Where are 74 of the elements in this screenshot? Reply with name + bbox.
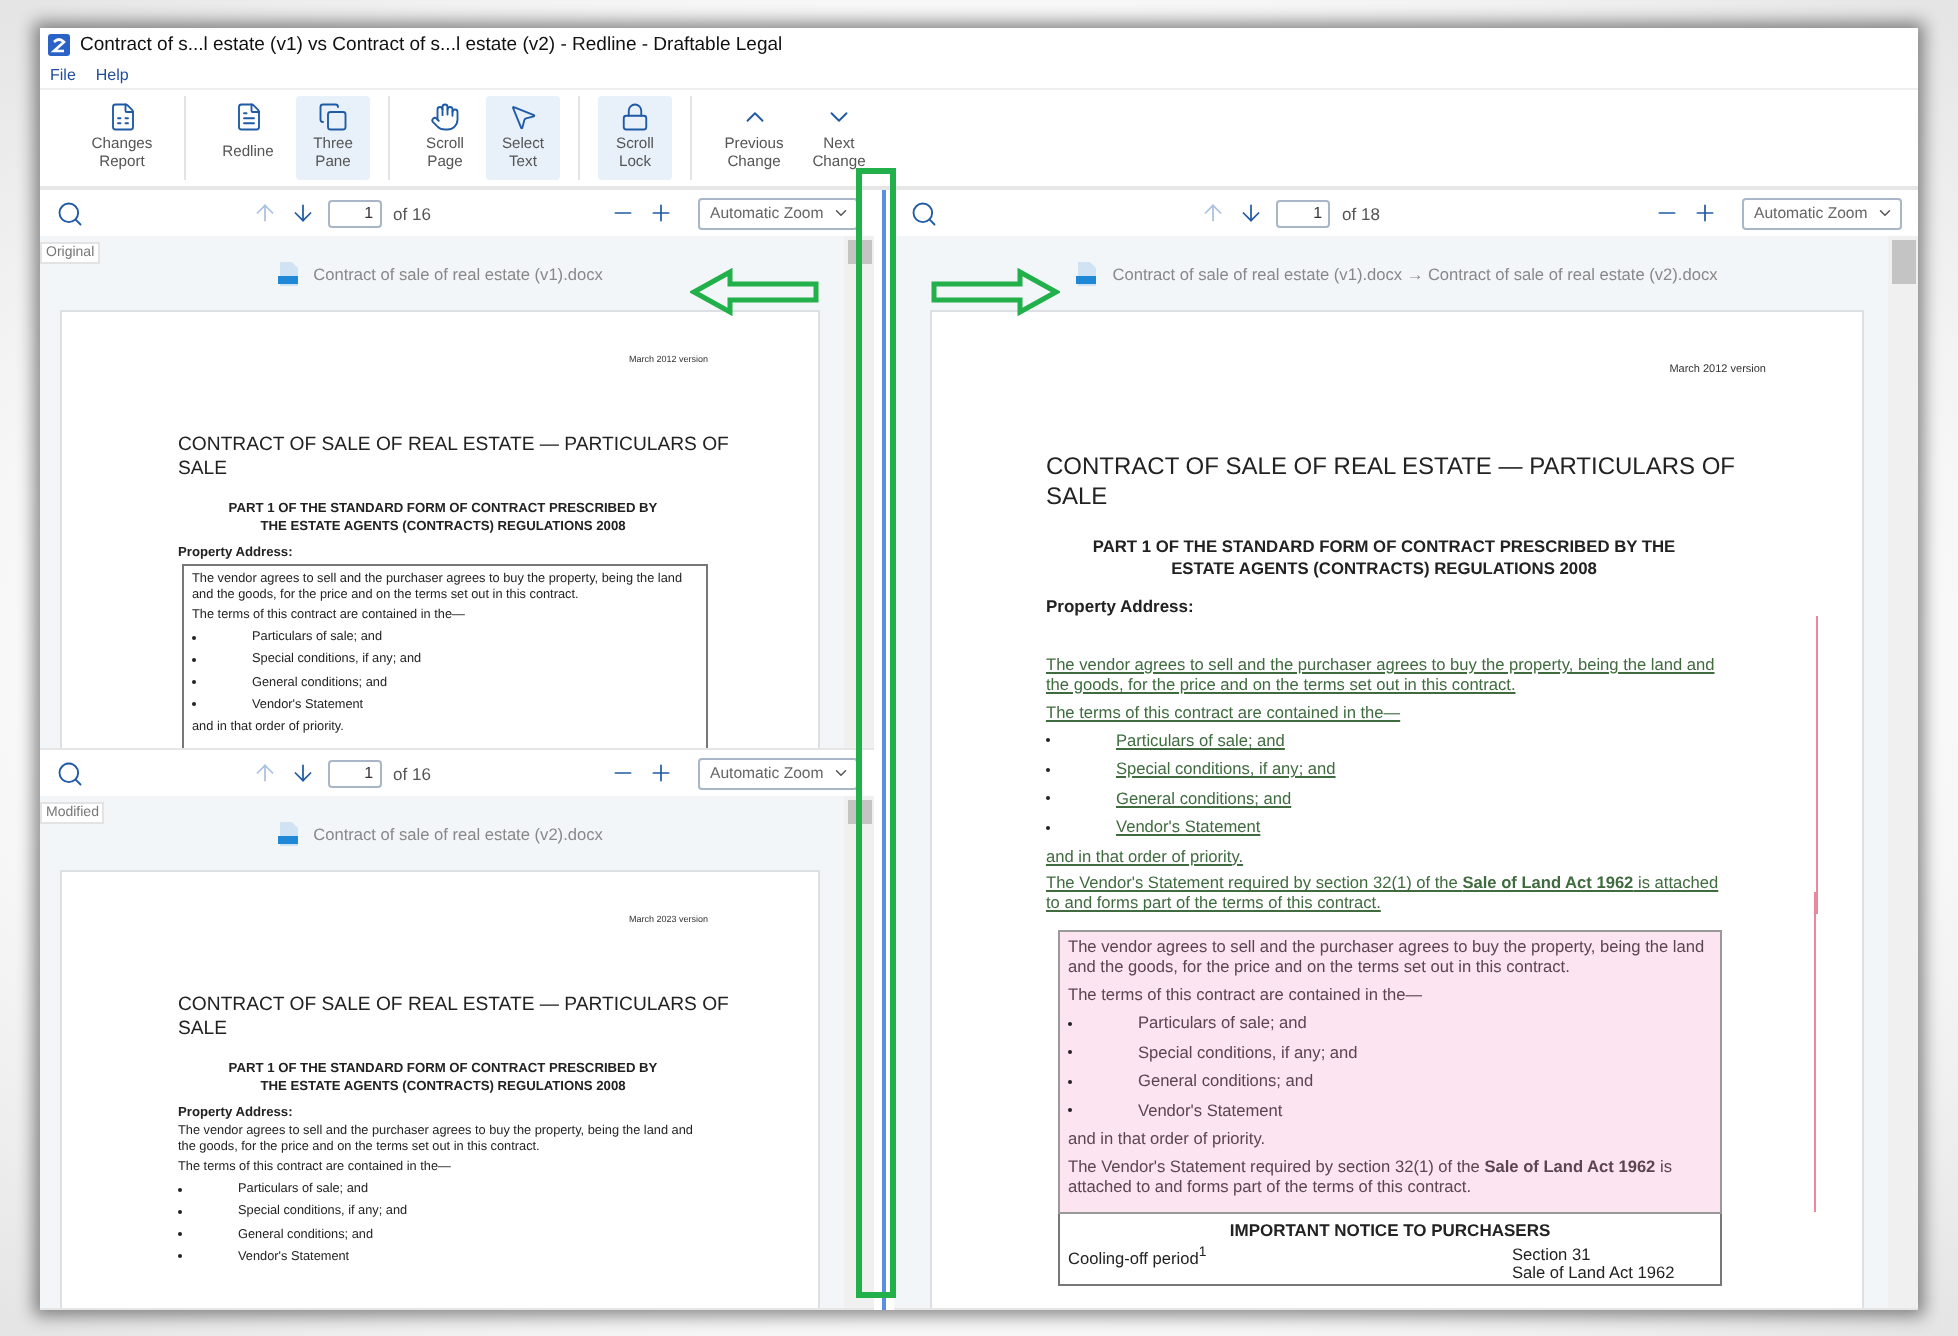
lock-icon: [620, 102, 650, 132]
document-icon: [233, 102, 263, 132]
search-icon: [56, 759, 84, 787]
document-title: CONTRACT OF SALE OF REAL ESTATE — PARTICULARS OF SALE: [178, 434, 731, 482]
chevron-down-icon: [832, 764, 850, 782]
next-page-button[interactable]: [289, 760, 316, 786]
zoom-in-button[interactable]: [648, 200, 674, 226]
bullet-item: Particulars of sale; and: [1068, 1014, 1712, 1035]
plus-icon: [648, 760, 674, 786]
document-file-icon: [1076, 261, 1097, 285]
notice-reference: Sale of Land Act 1962: [1512, 1264, 1677, 1284]
search-icon: [56, 199, 84, 227]
scrollbar[interactable]: [1888, 236, 1918, 1308]
arrow-up-icon: [251, 200, 278, 226]
window-title: Contract of s...l estate (v1) vs Contract of s...l estate (v2) - Redline - Draftable Legal: [80, 34, 783, 56]
arrow-down-icon: [289, 760, 316, 786]
notice-label: Cooling-off period$^{1}$: [1068, 1245, 1207, 1272]
next-page-button[interactable]: [289, 200, 316, 226]
bullet-item: Particulars of sale; and: [1046, 731, 1722, 752]
document-file-icon: [277, 261, 298, 285]
bullet-item: Vendor's Statement: [1046, 818, 1722, 839]
page-count: of 16: [393, 763, 431, 783]
paragraph: The vendor agrees to sell and the purchaser agrees to buy the property, being the land and the goods, for the price and on the terms set out in this contract.: [1046, 655, 1717, 696]
bullet-item: Vendor's Statement: [1068, 1101, 1712, 1122]
plus-icon: [1692, 200, 1718, 226]
menu-item[interactable]: Help: [95, 66, 129, 84]
paragraph: and in that order of priority.: [1046, 847, 1246, 867]
left-arrow-annotation: [690, 268, 822, 316]
notice-reference: Section 31: [1512, 1245, 1593, 1265]
paragraph: The terms of this contract are contained in the—: [1046, 703, 1403, 724]
property-address-label: Property Address:: [1046, 595, 1196, 616]
file-name: Contract of sale of real estate (v1).docx → Contract of sale of real estate (v2).docx: [1112, 263, 1718, 283]
bullet-item: Special conditions, if any; and: [1068, 1043, 1712, 1064]
arrow-up-icon: [1200, 200, 1227, 226]
paragraph: The Vendor's Statement required by section 32(1) of the Sale of Land Act 1962 is attached to and forms part of the terms of this contract.: [1046, 874, 1721, 915]
plus-icon: [648, 200, 674, 226]
paragraph: The terms of this contract are contained in the—: [1068, 986, 1425, 1007]
paragraph: The Vendor's Statement required by section 32(1) of the Sale of Land Act 1962 is attached to and forms part of the terms of this contract.: [1068, 1158, 1674, 1198]
document-file-icon: [277, 821, 298, 845]
bullet-item: Special conditions, if any; and: [1046, 760, 1722, 781]
app-icon: [48, 34, 70, 56]
page-count: of 16: [393, 203, 431, 223]
chevron-down-icon: [1876, 204, 1894, 222]
paragraph: The vendor agrees to sell and the purchaser agrees to buy the property, being the land and the goods, for the price and on the terms set out in this contract.: [1068, 938, 1707, 979]
search-icon: [910, 199, 938, 227]
next-page-button[interactable]: [1238, 200, 1265, 226]
page-number-field[interactable]: 1: [327, 759, 382, 787]
file-name: Contract of sale of real estate (v2).docx: [313, 823, 603, 843]
document-subtitle: PART 1 OF THE STANDARD FORM OF CONTRACT PRESCRIBED BY THE ESTATE AGENTS (CONTRACTS) REGULATIONS 2008: [1090, 536, 1678, 580]
stacked-pages-icon: [318, 102, 348, 132]
zoom-in-button[interactable]: [1692, 200, 1718, 226]
search-button[interactable]: [56, 759, 84, 787]
bullet-item: General conditions; and: [1046, 789, 1722, 810]
arrow-up-icon: [251, 760, 278, 786]
hand-icon: [430, 102, 460, 132]
arrow-down-icon: [289, 200, 316, 226]
search-button[interactable]: [56, 199, 84, 227]
bullet-item: General conditions; and: [1068, 1072, 1712, 1093]
chevron-down-icon: [832, 204, 850, 222]
page-count: of 18: [1342, 203, 1380, 223]
zoom-in-button[interactable]: [648, 760, 674, 786]
document-title: CONTRACT OF SALE OF REAL ESTATE — PARTICULARS OF SALE: [1046, 452, 1738, 512]
menu-item[interactable]: File: [50, 66, 76, 84]
search-button[interactable]: [910, 199, 938, 227]
pointer-icon: [508, 102, 538, 132]
notice-heading: IMPORTANT NOTICE TO PURCHASERS: [1227, 1219, 1553, 1240]
spreadsheet-file-icon: [107, 102, 137, 132]
document-title: CONTRACT OF SALE OF REAL ESTATE — PARTICULARS OF SALE: [178, 994, 731, 1042]
page-number-field[interactable]: 1: [327, 199, 382, 227]
arrow-down-icon: [1238, 200, 1265, 226]
right-arrow-annotation: [928, 268, 1060, 316]
page-number-field[interactable]: 1: [1276, 199, 1331, 227]
paragraph: and in that order of priority.: [1068, 1130, 1268, 1150]
file-name: Contract of sale of real estate (v1).docx: [313, 263, 603, 283]
